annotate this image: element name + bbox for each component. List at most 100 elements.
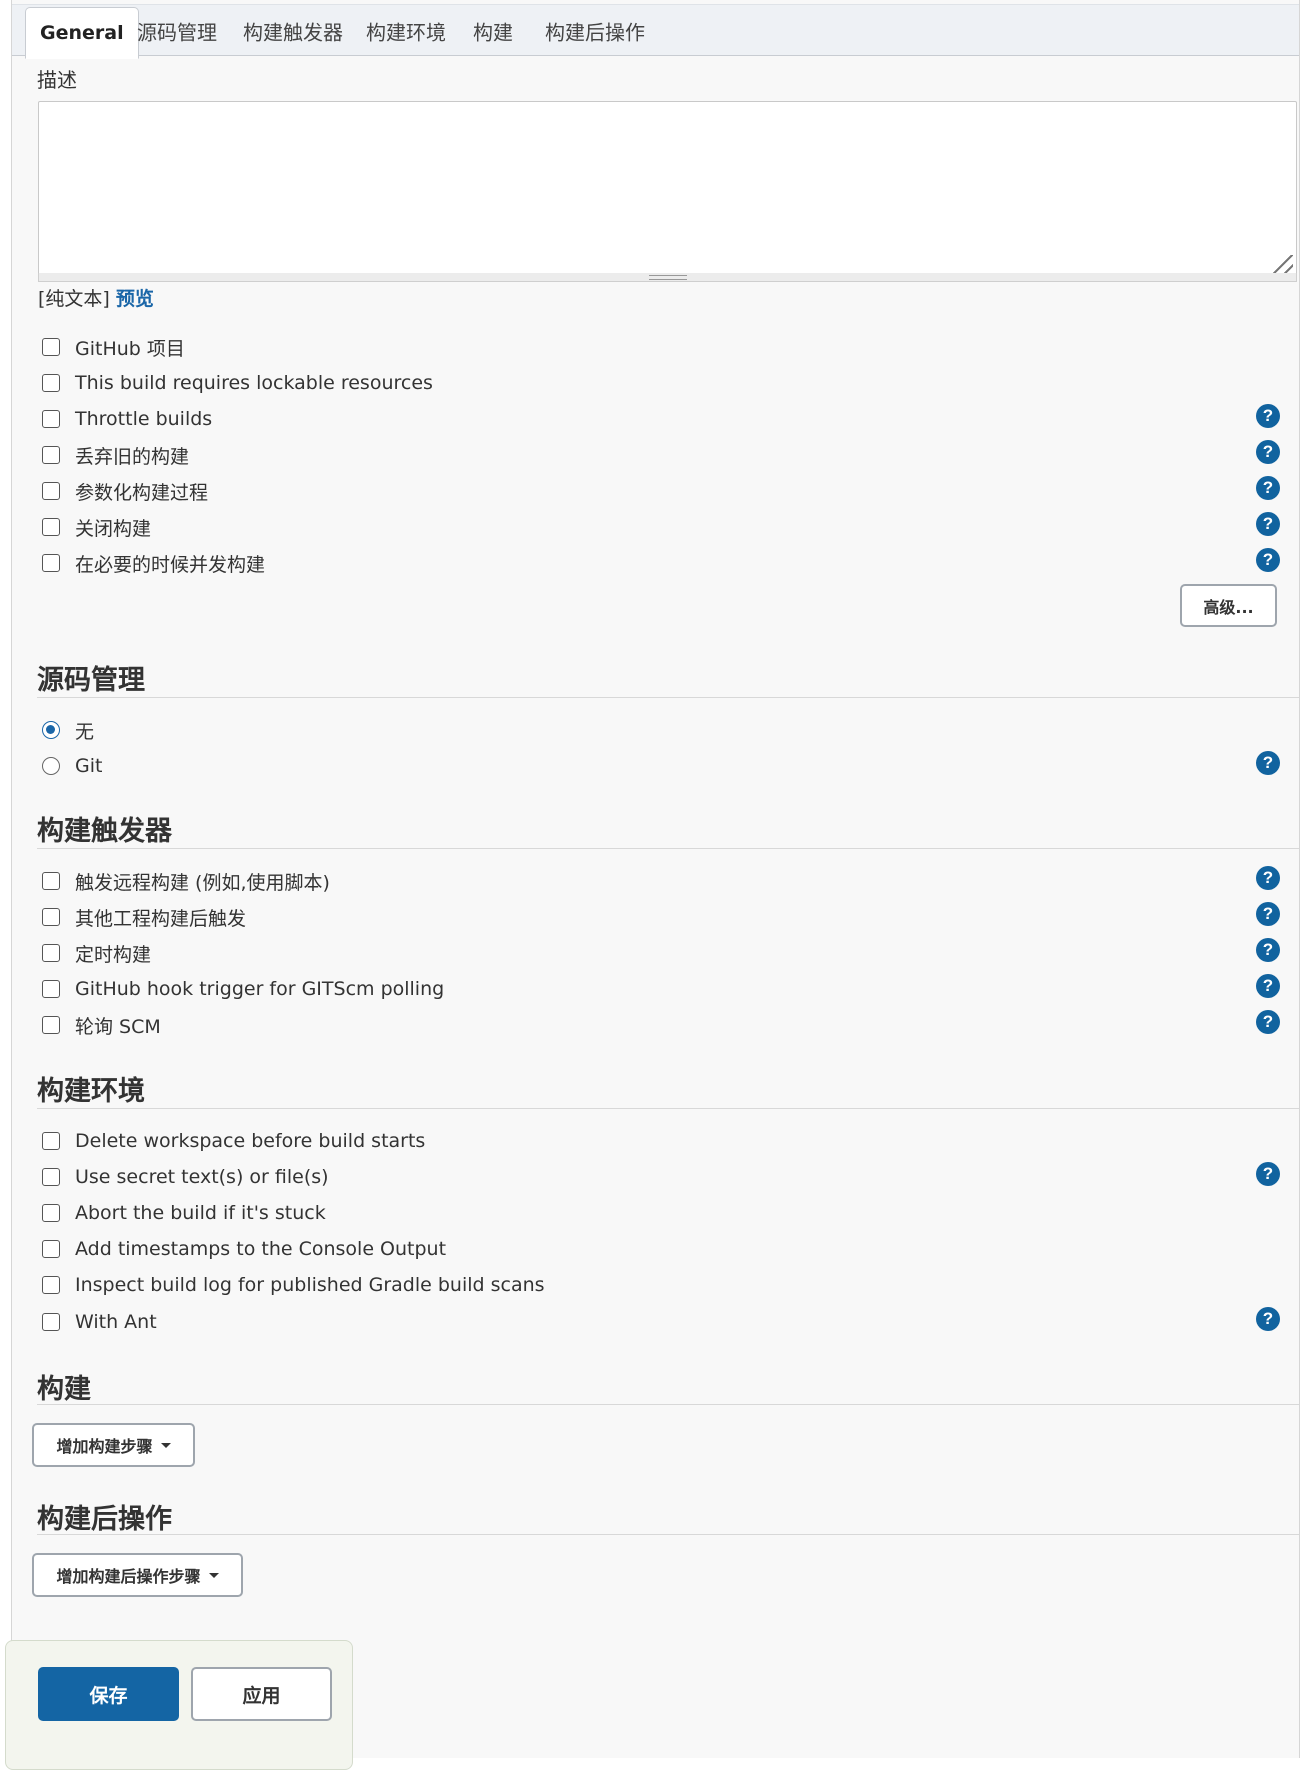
checkbox[interactable] — [42, 1168, 60, 1186]
checkbox[interactable] — [42, 944, 60, 962]
help-icon[interactable]: ? — [1256, 866, 1280, 890]
trigger-github-hook[interactable]: GitHub hook trigger for GITScm polling — [42, 975, 444, 1003]
tab-build[interactable]: 构建 — [473, 17, 513, 46]
env-delete-workspace[interactable]: Delete workspace before build starts — [42, 1127, 425, 1155]
section-divider — [37, 1108, 1299, 1109]
checkbox[interactable] — [42, 1240, 60, 1258]
caret-down-icon — [160, 1442, 171, 1448]
description-format-line: [纯文本] 预览 — [38, 284, 154, 311]
help-icon[interactable]: ? — [1256, 476, 1280, 500]
option-label: GitHub hook trigger for GITScm polling — [75, 978, 445, 1000]
add-build-step-label: 增加构建步骤 — [56, 1437, 153, 1456]
help-icon[interactable]: ? — [1256, 1307, 1280, 1331]
option-label: Throttle builds — [75, 408, 213, 430]
option-label: 其他工程构建后触发 — [75, 907, 247, 930]
env-timestamps[interactable]: Add timestamps to the Console Output — [42, 1235, 446, 1263]
env-gradle-scans[interactable]: Inspect build log for published Gradle b… — [42, 1271, 545, 1299]
trigger-periodic[interactable]: 定时构建 — [42, 939, 151, 967]
section-divider — [37, 848, 1299, 849]
scm-option-git[interactable]: Git — [42, 752, 102, 780]
section-divider — [37, 1404, 1299, 1405]
help-icon[interactable]: ? — [1256, 404, 1280, 428]
section-title-environment: 构建环境 — [37, 1076, 145, 1107]
option-label: 在必要的时候并发构建 — [75, 553, 266, 576]
checkbox[interactable] — [42, 482, 60, 500]
checkbox[interactable] — [42, 374, 60, 392]
option-disable-build[interactable]: 关闭构建 — [42, 513, 151, 541]
section-title-triggers: 构建触发器 — [37, 816, 172, 847]
config-page: General 源码管理 构建触发器 构建环境 构建 构建后操作 描述 [纯文本… — [11, 0, 1300, 1758]
checkbox[interactable] — [42, 980, 60, 998]
option-label: Inspect build log for published Gradle b… — [75, 1274, 545, 1296]
format-label: [纯文本] — [38, 288, 110, 310]
option-github-project[interactable]: GitHub 项目 — [42, 333, 185, 361]
preview-link[interactable]: 预览 — [116, 288, 154, 310]
checkbox[interactable] — [42, 410, 60, 428]
tab-environment[interactable]: 构建环境 — [366, 17, 446, 46]
section-title-scm: 源码管理 — [37, 665, 145, 696]
checkbox[interactable] — [42, 1132, 60, 1150]
add-post-build-step-label: 增加构建后操作步骤 — [56, 1567, 201, 1586]
help-icon[interactable]: ? — [1256, 512, 1280, 536]
section-title-build: 构建 — [37, 1374, 91, 1405]
scm-option-none[interactable]: 无 — [42, 716, 94, 744]
checkbox[interactable] — [42, 908, 60, 926]
tab-scm[interactable]: 源码管理 — [137, 17, 217, 46]
option-throttle-builds[interactable]: Throttle builds — [42, 405, 212, 433]
option-label: Add timestamps to the Console Output — [75, 1238, 447, 1260]
help-icon[interactable]: ? — [1256, 440, 1280, 464]
tab-general[interactable]: General — [25, 7, 139, 59]
tab-triggers[interactable]: 构建触发器 — [243, 17, 343, 46]
option-label: 定时构建 — [75, 943, 152, 966]
add-post-build-step-button[interactable]: 增加构建后操作步骤 — [32, 1553, 243, 1597]
option-lockable-resources[interactable]: This build requires lockable resources — [42, 369, 433, 397]
option-discard-old-builds[interactable]: 丢弃旧的构建 — [42, 441, 189, 469]
caret-down-icon — [208, 1572, 219, 1578]
env-with-ant[interactable]: With Ant — [42, 1308, 157, 1336]
checkbox[interactable] — [42, 518, 60, 536]
checkbox[interactable] — [42, 1313, 60, 1331]
trigger-after-other-projects[interactable]: 其他工程构建后触发 — [42, 903, 246, 931]
option-label: 无 — [75, 720, 95, 743]
description-label: 描述 — [37, 68, 77, 92]
env-abort-stuck[interactable]: Abort the build if it's stuck — [42, 1199, 326, 1227]
tab-post-build[interactable]: 构建后操作 — [545, 17, 645, 46]
section-title-post-build: 构建后操作 — [37, 1504, 172, 1535]
bottom-sticker: 保存 应用 — [5, 1640, 353, 1770]
help-icon[interactable]: ? — [1256, 1010, 1280, 1034]
option-label: 触发远程构建 (例如,使用脚本) — [75, 871, 330, 894]
trigger-remote[interactable]: 触发远程构建 (例如,使用脚本) — [42, 867, 330, 895]
option-label: GitHub 项目 — [75, 337, 185, 360]
radio-button[interactable] — [42, 757, 60, 775]
help-icon[interactable]: ? — [1256, 548, 1280, 572]
advanced-button[interactable]: 高级... — [1180, 584, 1277, 627]
help-icon[interactable]: ? — [1256, 1162, 1280, 1186]
add-build-step-button[interactable]: 增加构建步骤 — [32, 1423, 195, 1467]
option-label: This build requires lockable resources — [75, 372, 433, 394]
option-label: Use secret text(s) or file(s) — [75, 1166, 329, 1188]
checkbox[interactable] — [42, 554, 60, 572]
description-textarea[interactable] — [38, 101, 1297, 281]
apply-button[interactable]: 应用 — [191, 1667, 332, 1721]
checkbox[interactable] — [42, 446, 60, 464]
option-label: 丢弃旧的构建 — [75, 445, 190, 468]
option-label: 参数化构建过程 — [75, 481, 209, 504]
checkbox[interactable] — [42, 1276, 60, 1294]
option-label: 轮询 SCM — [75, 1015, 161, 1038]
textarea-resize-handle[interactable] — [38, 273, 1297, 282]
trigger-poll-scm[interactable]: 轮询 SCM — [42, 1011, 161, 1039]
radio-button[interactable] — [42, 721, 60, 739]
help-icon[interactable]: ? — [1256, 938, 1280, 962]
option-concurrent-builds[interactable]: 在必要的时候并发构建 — [42, 549, 265, 577]
help-icon[interactable]: ? — [1256, 974, 1280, 998]
checkbox[interactable] — [42, 872, 60, 890]
option-parameterized[interactable]: 参数化构建过程 — [42, 477, 208, 505]
checkbox[interactable] — [42, 1204, 60, 1222]
checkbox[interactable] — [42, 338, 60, 356]
save-button[interactable]: 保存 — [38, 1667, 179, 1721]
checkbox[interactable] — [42, 1016, 60, 1034]
help-icon[interactable]: ? — [1256, 751, 1280, 775]
env-secret-text[interactable]: Use secret text(s) or file(s) — [42, 1163, 329, 1191]
resize-handle-knob-icon — [649, 275, 687, 280]
help-icon[interactable]: ? — [1256, 902, 1280, 926]
